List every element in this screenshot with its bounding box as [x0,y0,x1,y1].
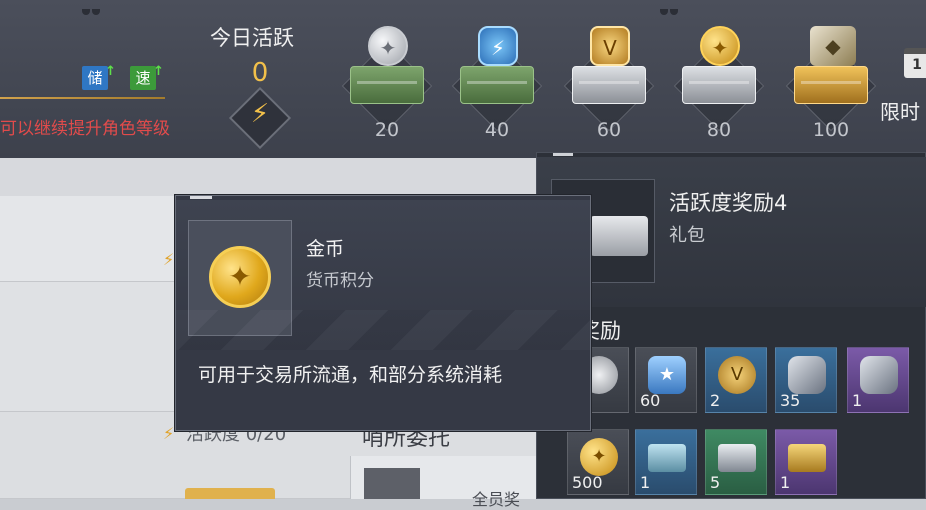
item-description: 可用于交易所流通，和部分系统消耗 [198,364,503,386]
reward-header: 活跃度奖励4 礼包 [537,157,926,307]
chestg-icon [718,444,756,472]
speed-boost-label: 速 [135,69,151,87]
plate-icon [788,356,826,394]
crystal-icon: ◆ [810,26,856,66]
reward-pack-title: 活跃度奖励4 [669,191,788,215]
chesty-icon [788,444,826,472]
milestone-value: 20 [374,119,400,141]
blueshield-icon: ⚡ [478,26,518,66]
chest-icon [794,66,868,104]
limited-time-label[interactable]: 限时 [880,96,920,125]
daily-activity-title: 今日活跃 [210,26,294,50]
milestone-reward-1[interactable]: ⚡ 40 [448,14,546,154]
item-name: 金币 [306,238,345,260]
reward-item-qty: 1 [780,473,791,492]
up-arrow-icon: ↑ [105,64,116,79]
lightning-icon: ⚡ [163,250,175,269]
milestone-reward-4[interactable]: ◆ 100 [782,14,880,154]
exp-bar [0,97,165,99]
claim-button[interactable] [185,488,275,499]
reward-item-qty: 5 [710,473,721,492]
task-thumbnail [364,468,420,499]
item-type: 货币积分 [306,271,374,291]
reward-item-qty: 60 [640,391,661,410]
chest-icon [572,66,646,104]
reward-item-qty: 35 [780,391,801,410]
milestone-value: 80 [706,119,732,141]
tooltip-handle [190,196,212,199]
activity-bar: 储 ↑ 速 ↑ 可以继续提升角色等级 今日活跃 0 ⚡ ✦ 20 ⚡ 40 V 60 ✦ 80… [0,0,926,158]
milestone-reward-3[interactable]: ✦ 80 [670,14,768,154]
reward-item-slot[interactable]: 5 [705,429,767,495]
chest-icon [350,66,424,104]
calendar-icon[interactable]: 1 [904,48,926,78]
reward-item-slot[interactable]: 1 [775,429,837,495]
storage-boost-badge[interactable]: 储 ↑ [82,64,116,90]
milestone-value: 60 [596,119,622,141]
panel-handle [553,153,573,156]
top-ornament [82,0,102,15]
reward-item-slot[interactable]: V2 [705,347,767,413]
tooltip-header: ✦ 金币 货币积分 [176,200,590,350]
reward-item-qty: 500 [572,473,603,492]
top-ornament [660,0,680,15]
storage-boost-label: 储 [87,69,103,87]
up-arrow-icon: ↑ [153,64,164,79]
milestone-value: 40 [484,119,510,141]
shield-icon: ★ [648,356,686,394]
chestb-icon [648,444,686,472]
reward-item-slot[interactable]: 35 [775,347,837,413]
reward-item-slot[interactable]: ★ 60 [635,347,697,413]
level-up-hint: 可以继续提升角色等级 [0,119,170,139]
item-tooltip: ✦ 金币 货币积分 可用于交易所流通，和部分系统消耗 [175,195,591,431]
plate-icon [860,356,898,394]
silver-chest-icon [590,216,648,256]
reward-item-slot[interactable]: 1 [847,347,909,413]
medal-icon: V [718,356,756,394]
lightning-icon: ⚡ [250,99,270,129]
chest-icon [682,66,756,104]
gold-coin-icon: ✦ [209,246,271,308]
reward-item-qty: 2 [710,391,721,410]
reward-item-qty: 1 [640,473,651,492]
calendar-day: 1 [912,57,922,73]
reward-item-slot[interactable]: ✦ 500 [567,429,629,495]
reward-item-qty: 1 [852,391,863,410]
task-reward-label: 全员奖 [472,490,521,509]
item-thumbnail: ✦ [188,220,292,336]
milestone-reward-0[interactable]: ✦ 20 [338,14,436,154]
reward-item-slot[interactable]: 1 [635,429,697,495]
lightning-icon: ⚡ [163,424,175,443]
coin-icon: ✦ [580,438,618,476]
milestone-reward-2[interactable]: V 60 [560,14,658,154]
goldvee-icon: V [590,26,630,66]
reward-detail-panel: 活跃度奖励4 礼包 奖励 0★60V2351✦500151 [536,152,926,499]
daily-activity-count: 0 [251,58,269,88]
speed-boost-badge[interactable]: 速 ↑ [130,64,164,90]
goldcoin-icon: ✦ [700,26,740,66]
milestone-value: 100 [812,119,850,141]
reward-pack-type: 礼包 [669,225,705,246]
silvercoin-icon: ✦ [368,26,408,66]
chest-icon [460,66,534,104]
